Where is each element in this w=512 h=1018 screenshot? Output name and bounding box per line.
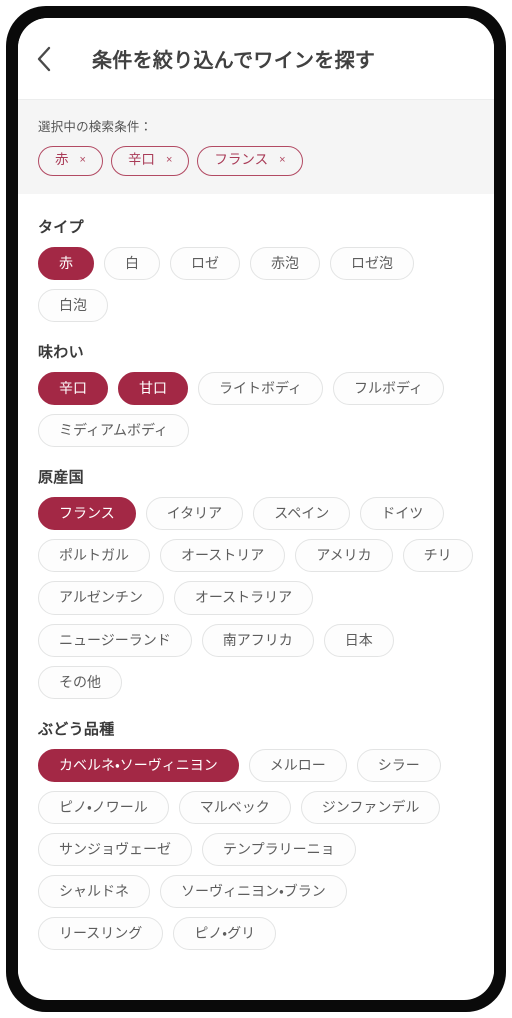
filter-option-chip[interactable]: サンジョヴェーゼ [38, 832, 192, 866]
phone-frame: 条件を絞り込んでワインを探す 選択中の検索条件： 赤 × 辛口 × フランス × タイプ赤… [6, 6, 506, 1012]
phone-screen: 条件を絞り込んでワインを探す 選択中の検索条件： 赤 × 辛口 × フランス × タイプ赤… [18, 18, 494, 1000]
filter-option-chip[interactable]: ソーヴィニヨン・ブラン [160, 874, 347, 909]
filter-section-title: ぶどう品種 [38, 720, 115, 738]
filter-option-chip[interactable]: チリ [402, 539, 473, 573]
filter-option-chip[interactable]: スペイン [253, 497, 351, 531]
filter-option-chip[interactable]: その他 [38, 665, 122, 699]
filter-option-chip[interactable]: アルゼンチン [38, 581, 164, 615]
filter-section-title: 味わい [38, 344, 84, 362]
selected-condition-chip[interactable]: 赤 × [38, 146, 103, 176]
filter-option-chip[interactable]: フルボディ [333, 372, 445, 406]
filter-section: 原産国フランス イタリア スペイン ドイツポルトガル オーストリア アメリカ チリアルゼンチ… [38, 466, 474, 699]
filter-option-chip[interactable]: メルロー [248, 748, 347, 782]
page-title: 条件を絞り込んでワインを探す [92, 50, 376, 72]
filter-option-chip[interactable]: 赤 [38, 246, 94, 280]
filter-option-chip[interactable]: ミディアムボディ [38, 414, 190, 448]
filter-option-chip[interactable]: ジンファンデル [300, 790, 441, 824]
filter-option-chip[interactable]: アメリカ [295, 539, 393, 573]
selected-condition-label: 辛口 [127, 152, 155, 167]
selected-conditions-label: 選択中の検索条件： [38, 120, 153, 134]
filters-scroll-area[interactable]: タイプ赤白ロゼ 赤泡 ロゼ泡白泡味わい辛口 甘口 ライトボディ フルボディミディアムボディ… [18, 193, 494, 976]
filter-option-chip[interactable]: テンプラリーニョ [202, 832, 356, 866]
app-header: 条件を絞り込んでワインを探す [18, 18, 494, 100]
selected-condition-label: 赤 [55, 152, 69, 167]
filter-option-chip[interactable]: ライトボディ [198, 372, 324, 406]
remove-condition-icon[interactable]: × [80, 154, 86, 166]
filter-option-chip[interactable]: オーストラリア [173, 581, 314, 615]
filter-option-list: フランス イタリア スペイン ドイツポルトガル オーストリア アメリカ チリアルゼンチン オー… [38, 497, 474, 699]
filter-option-chip[interactable]: ドイツ [360, 497, 445, 531]
chevron-left-icon [36, 46, 52, 72]
selected-condition-label: フランス [214, 152, 269, 167]
filter-section: 味わい辛口 甘口 ライトボディ フルボディミディアムボディ [38, 341, 474, 448]
filter-option-chip[interactable]: 南アフリカ [201, 623, 314, 657]
filter-option-chip[interactable]: 日本 [323, 623, 394, 657]
filter-option-list: 辛口 甘口 ライトボディ フルボディミディアムボディ [38, 372, 474, 448]
selected-condition-chip[interactable]: 辛口 × [110, 146, 190, 176]
selected-conditions-chip-list: 赤 × 辛口 × フランス × [38, 146, 474, 176]
filter-option-chip[interactable]: イタリア [145, 497, 244, 531]
filter-section-title: タイプ [38, 218, 84, 236]
filter-option-chip[interactable]: 甘口 [118, 372, 188, 406]
filter-option-chip[interactable]: マルベック [178, 790, 291, 824]
filter-option-chip[interactable]: ロゼ [170, 246, 240, 280]
filter-option-chip[interactable]: シャルドネ [38, 874, 150, 909]
filter-option-list: 赤白ロゼ 赤泡 ロゼ泡白泡 [38, 246, 474, 323]
filter-option-chip[interactable]: ロゼ泡 [330, 246, 414, 280]
filter-section: ぶどう品種カベルネ・ソーヴィニヨン メルロー シラーピノ・ノワール マルベック ジンファ… [38, 718, 474, 951]
filter-option-chip[interactable]: 赤泡 [250, 246, 320, 280]
filter-option-chip[interactable]: 白泡 [38, 288, 108, 323]
filter-option-list: カベルネ・ソーヴィニヨン メルロー シラーピノ・ノワール マルベック ジンファンデルサン… [38, 748, 474, 951]
selected-conditions-band: 選択中の検索条件： 赤 × 辛口 × フランス × [18, 100, 494, 194]
filter-option-chip[interactable]: シラー [356, 748, 441, 782]
filter-option-chip[interactable]: オーストリア [160, 539, 286, 573]
filter-option-chip[interactable]: リースリング [38, 917, 164, 951]
filter-option-chip[interactable]: ピノ・グリ [173, 917, 277, 951]
filter-section: タイプ赤白ロゼ 赤泡 ロゼ泡白泡 [38, 216, 474, 323]
filter-option-chip[interactable]: カベルネ・ソーヴィニヨン [38, 748, 239, 782]
filter-section-title: 原産国 [38, 469, 84, 487]
filter-option-chip[interactable]: 辛口 [38, 372, 108, 406]
filter-option-chip[interactable]: ニュージーランド [38, 623, 192, 657]
filter-option-chip[interactable]: フランス [38, 497, 136, 531]
back-button[interactable] [36, 39, 66, 79]
filter-option-chip[interactable]: 白 [104, 246, 160, 280]
filter-option-chip[interactable]: ポルトガル [38, 539, 150, 573]
filter-option-chip[interactable]: ピノ・ノワール [38, 790, 169, 824]
remove-condition-icon[interactable]: × [279, 154, 285, 166]
selected-condition-chip[interactable]: フランス × [197, 146, 303, 176]
remove-condition-icon[interactable]: × [166, 154, 172, 166]
